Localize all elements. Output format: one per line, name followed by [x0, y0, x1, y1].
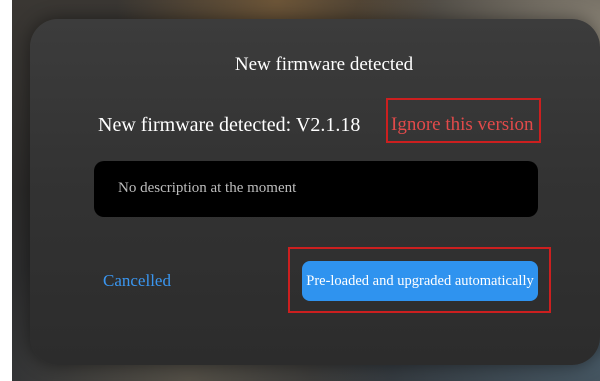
cancel-button[interactable]: Cancelled — [103, 271, 171, 291]
description-text: No description at the moment — [118, 180, 297, 196]
firmware-update-dialog: New firmware detected New firmware detec… — [30, 19, 600, 365]
ignore-version-button[interactable]: Ignore this version — [391, 114, 533, 136]
screen: New firmware detected New firmware detec… — [0, 0, 600, 381]
description-box: No description at the moment — [94, 161, 538, 217]
firmware-version-text: New firmware detected: V2.1.18 — [98, 114, 361, 136]
dialog-title: New firmware detected — [234, 54, 414, 75]
auto-upgrade-button[interactable]: Pre-loaded and upgraded automatically — [302, 261, 538, 301]
